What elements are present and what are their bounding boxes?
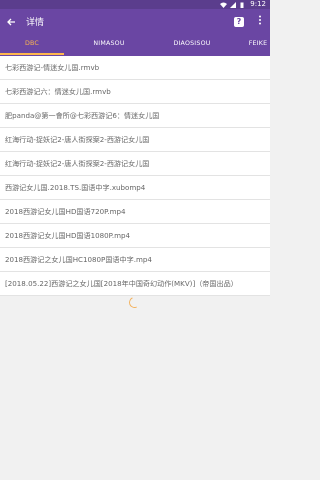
status-bar: 9:12 — [0, 0, 270, 9]
list-item[interactable]: [2018.05.22]西游记之女儿国[2018年中国奇幻动作(MKV)]（帝国… — [0, 272, 270, 296]
tab-diaosisou[interactable]: DIAOSISOU — [152, 34, 232, 56]
wifi-icon — [220, 2, 228, 8]
list-item[interactable]: 红海行动-捉妖记2-唐人街探案2-西游记女儿国 — [0, 128, 270, 152]
loading-spinner — [127, 295, 142, 310]
list-item[interactable]: 肥panda@第一會所@七彩西游记6：情迷女儿国 — [0, 104, 270, 128]
list-item[interactable]: 2018西游记女儿国HD国语720P.mp4 — [0, 200, 270, 224]
signal-icon — [230, 1, 237, 8]
app-bar: 详情 ? — [0, 9, 270, 34]
tab-indicator — [0, 53, 64, 55]
result-list: 七彩西游记-情迷女儿国.rmvb 七彩西游记六：情迷女儿国.rmvb 肥pand… — [0, 56, 270, 296]
list-item[interactable]: 西游记女儿国.2018.TS.国语中字.xubomp4 — [0, 176, 270, 200]
list-item[interactable]: 七彩西游记六：情迷女儿国.rmvb — [0, 80, 270, 104]
status-time: 9:12 — [250, 0, 266, 8]
list-item[interactable]: 七彩西游记-情迷女儿国.rmvb — [0, 56, 270, 80]
list-item[interactable]: 红海行动-捉妖记2-唐人街探案2-西游记女儿国 — [0, 152, 270, 176]
list-item[interactable]: 2018西游记之女儿国HC1080P国语中字.mp4 — [0, 248, 270, 272]
help-icon[interactable]: ? — [234, 16, 244, 27]
back-button[interactable] — [0, 9, 22, 34]
tab-feike[interactable]: FEIKE — [238, 34, 270, 56]
battery-icon — [240, 2, 246, 8]
more-vert-icon[interactable] — [254, 15, 266, 28]
page-title: 详情 — [26, 18, 45, 28]
source-tabs: DBC NIMASOU DIAOSISOU FEIKE — [0, 34, 270, 56]
list-item[interactable]: 2018西游记女儿国HD国语1080P.mp4 — [0, 224, 270, 248]
tab-nimasou[interactable]: NIMASOU — [72, 34, 146, 56]
arrow-left-icon — [7, 18, 15, 25]
